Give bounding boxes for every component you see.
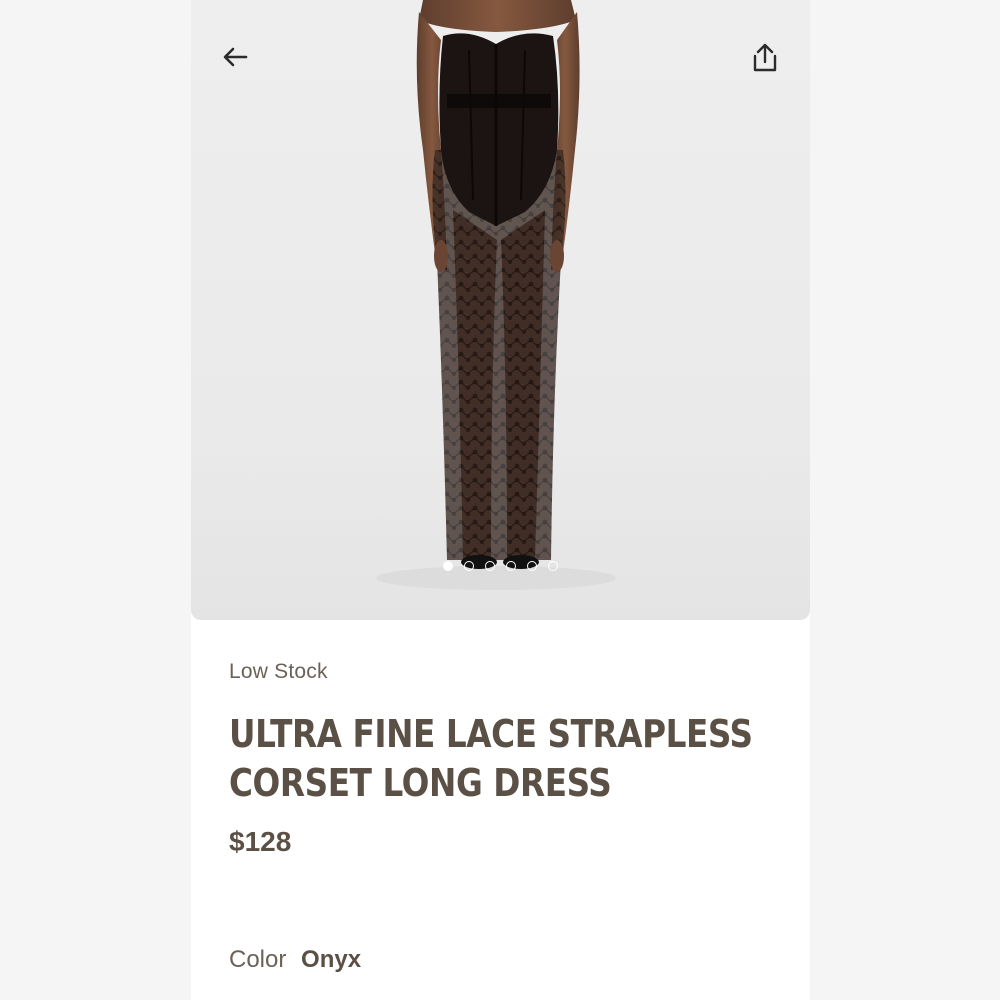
- product-image-carousel[interactable]: [191, 0, 810, 620]
- share-button[interactable]: [745, 38, 785, 78]
- carousel-dot-4[interactable]: [506, 561, 516, 571]
- right-margin: [810, 0, 1000, 1000]
- share-icon: [753, 43, 777, 72]
- left-margin: [0, 0, 191, 1000]
- product-title: ULTRA FINE LACE STRAPLESS CORSET LONG DR…: [229, 710, 779, 808]
- back-button[interactable]: [215, 37, 255, 77]
- product-price: $128: [229, 826, 292, 857]
- carousel-dot-5[interactable]: [527, 561, 537, 571]
- product-info: Low Stock ULTRA FINE LACE STRAPLESS CORS…: [229, 660, 789, 858]
- product-image: [376, 0, 616, 590]
- color-label: Color: [229, 946, 287, 973]
- carousel-dot-3[interactable]: [485, 561, 495, 571]
- product-title-line-2: CORSET LONG DRESS: [229, 761, 612, 805]
- carousel-dot-6[interactable]: [548, 561, 558, 571]
- stock-status: Low Stock: [229, 660, 328, 683]
- carousel-dot-2[interactable]: [464, 561, 474, 571]
- arrow-left-icon: [223, 47, 248, 67]
- color-value: Onyx: [301, 946, 362, 973]
- carousel-dot-1[interactable]: [443, 561, 453, 571]
- product-title-line-1: ULTRA FINE LACE STRAPLESS: [229, 712, 753, 756]
- product-screen: Low Stock ULTRA FINE LACE STRAPLESS CORS…: [191, 0, 810, 1000]
- carousel-indicator: [191, 561, 810, 571]
- product-page: Low Stock ULTRA FINE LACE STRAPLESS CORS…: [0, 0, 1000, 1000]
- color-selector: Color Onyx: [229, 946, 361, 974]
